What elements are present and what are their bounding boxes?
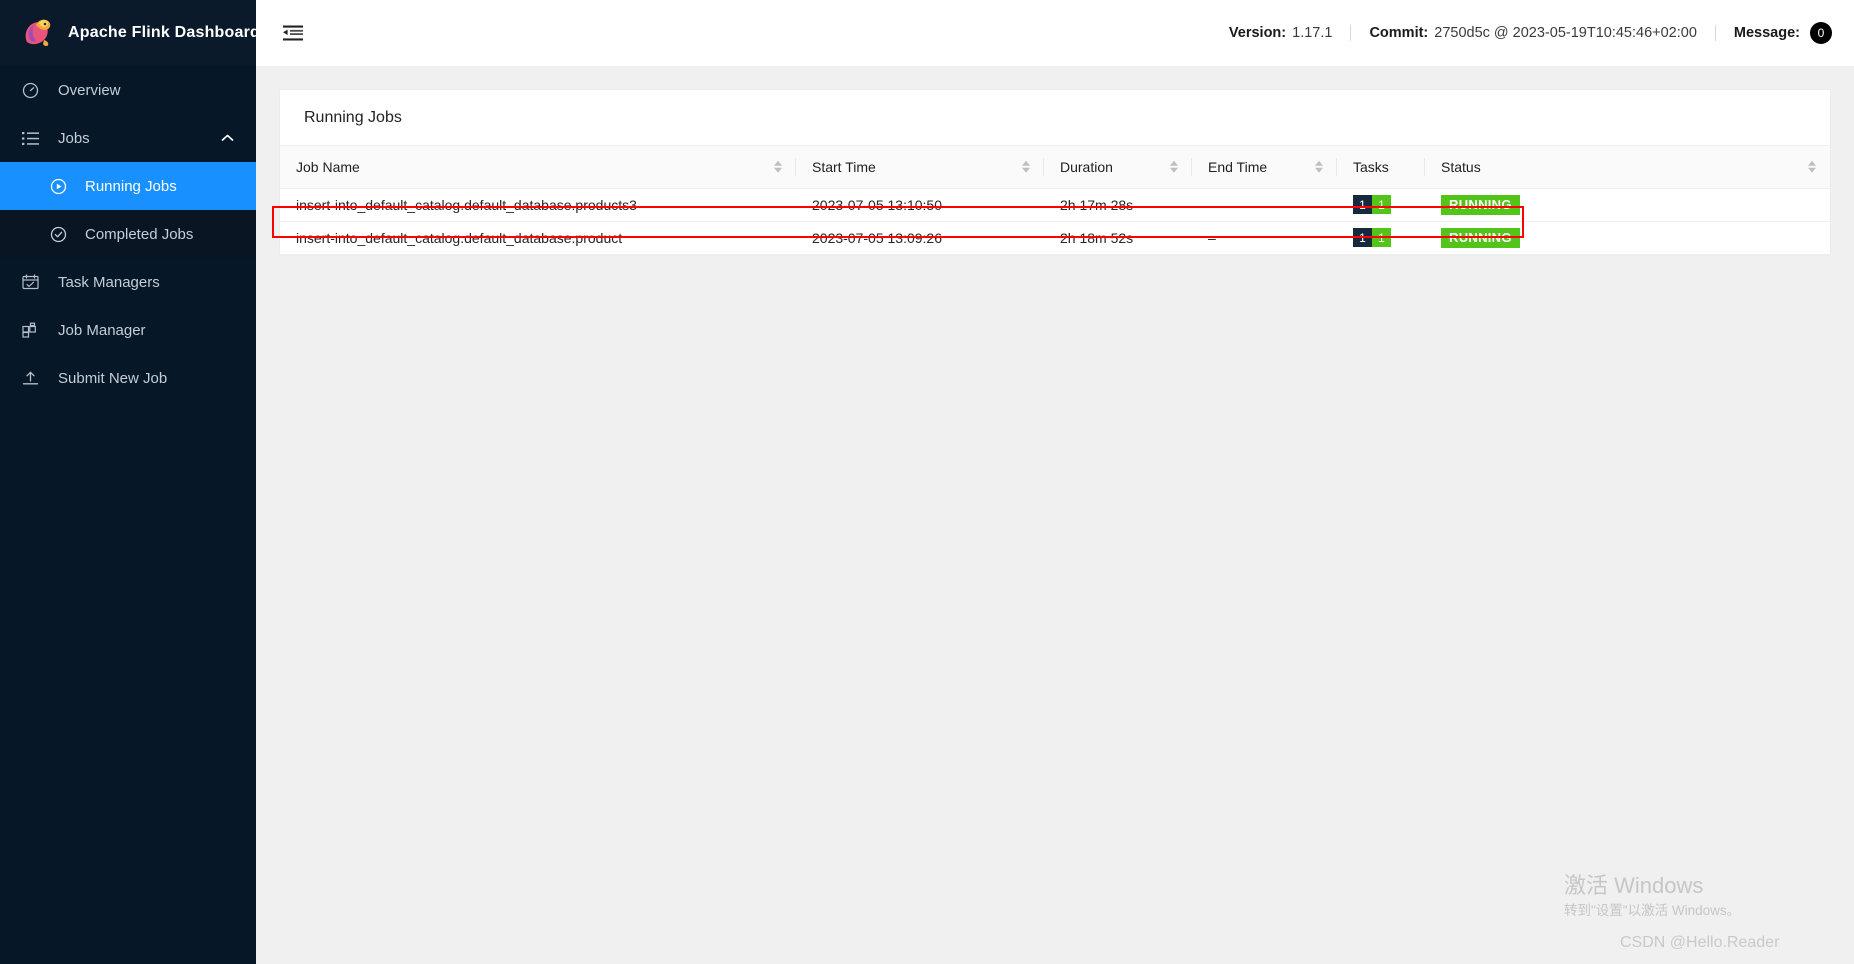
sidebar-item-submit-new-job[interactable]: Submit New Job <box>0 354 256 402</box>
watermark-subtitle: 转到"设置"以激活 Windows。 <box>1564 900 1740 922</box>
sort-arrows-icon[interactable] <box>1170 161 1178 174</box>
sidebar-subnav-jobs: Running Jobs Completed Jobs <box>0 162 256 258</box>
cell-job-name[interactable]: insert-into_default_catalog.default_data… <box>280 188 796 221</box>
build-info: Version: 1.17.1 Commit: 2750d5c @ 2023-0… <box>1229 22 1832 44</box>
column-header-duration[interactable]: Duration <box>1044 146 1192 188</box>
cell-job-name[interactable]: insert-into_default_catalog.default_data… <box>280 221 796 254</box>
table-body: insert-into_default_catalog.default_data… <box>280 188 1830 254</box>
table-row[interactable]: insert-into_default_catalog.default_data… <box>280 188 1830 221</box>
cell-duration: 2h 18m 52s <box>1044 221 1192 254</box>
sort-arrows-icon[interactable] <box>774 161 782 174</box>
brand-title: Apache Flink Dashboard <box>68 24 260 42</box>
column-header-end-time[interactable]: End Time <box>1192 146 1337 188</box>
job-manager-icon <box>22 321 44 339</box>
commit-label: Commit: <box>1369 25 1428 41</box>
cell-status: RUNNING <box>1425 188 1830 221</box>
message-label: Message: <box>1734 25 1800 41</box>
column-label: Duration <box>1060 159 1113 175</box>
cell-end-time: – <box>1192 188 1337 221</box>
check-circle-icon <box>50 225 72 243</box>
running-jobs-card: Running Jobs Job Name Start <box>280 90 1830 255</box>
cell-status: RUNNING <box>1425 221 1830 254</box>
sidebar-item-label: Submit New Job <box>58 370 167 387</box>
divider <box>1715 25 1716 41</box>
column-label: End Time <box>1208 159 1267 175</box>
column-label: Start Time <box>812 159 876 175</box>
jobs-table: Job Name Start Time Duration <box>280 146 1830 255</box>
sidebar-item-completed-jobs[interactable]: Completed Jobs <box>0 210 256 258</box>
version-value: 1.17.1 <box>1292 25 1332 41</box>
task-badge: 1 <box>1372 195 1391 214</box>
cell-start-time: 2023-07-05 13:09:26 <box>796 221 1044 254</box>
task-manager-icon <box>22 273 44 291</box>
sidebar-item-job-manager[interactable]: Job Manager <box>0 306 256 354</box>
top-bar: Version: 1.17.1 Commit: 2750d5c @ 2023-0… <box>256 0 1854 66</box>
column-header-tasks[interactable]: Tasks <box>1337 146 1425 188</box>
column-label: Job Name <box>296 159 360 175</box>
table-header-row: Job Name Start Time Duration <box>280 146 1830 188</box>
play-circle-icon <box>50 177 72 195</box>
windows-activation-watermark: 激活 Windows 转到"设置"以激活 Windows。 <box>1564 872 1740 922</box>
cell-tasks: 11 <box>1337 188 1425 221</box>
chevron-up-icon[interactable] <box>221 130 234 147</box>
sort-arrows-icon[interactable] <box>1022 161 1030 174</box>
task-badge: 1 <box>1353 228 1372 247</box>
cell-duration: 2h 17m 28s <box>1044 188 1192 221</box>
column-header-start-time[interactable]: Start Time <box>796 146 1044 188</box>
sidebar-item-jobs[interactable]: Jobs <box>0 114 256 162</box>
table-header: Job Name Start Time Duration <box>280 146 1830 188</box>
version-label: Version: <box>1229 25 1286 41</box>
sidebar: Apache Flink Dashboard Overview Jobs <box>0 0 256 964</box>
list-icon <box>22 129 44 147</box>
commit-value: 2750d5c @ 2023-05-19T10:45:46+02:00 <box>1434 25 1697 41</box>
divider <box>1350 25 1351 41</box>
sidebar-item-label: Overview <box>58 82 121 99</box>
watermark-title: 激活 Windows <box>1564 872 1740 900</box>
upload-icon <box>22 369 44 387</box>
page-title: Running Jobs <box>280 90 1830 146</box>
csdn-watermark: CSDN @Hello.Reader <box>1620 934 1779 952</box>
flink-squirrel-logo <box>20 16 56 50</box>
sidebar-item-label: Completed Jobs <box>85 226 193 243</box>
sidebar-item-task-managers[interactable]: Task Managers <box>0 258 256 306</box>
sidebar-item-label: Job Manager <box>58 322 146 339</box>
main-content: Running Jobs Job Name Start <box>256 66 1854 964</box>
column-header-job-name[interactable]: Job Name <box>280 146 796 188</box>
cell-tasks: 11 <box>1337 221 1425 254</box>
sidebar-item-label: Task Managers <box>58 274 160 291</box>
task-badge-group: 11 <box>1353 195 1413 214</box>
brand-header: Apache Flink Dashboard <box>0 0 256 66</box>
sidebar-item-running-jobs[interactable]: Running Jobs <box>0 162 256 210</box>
column-header-status[interactable]: Status <box>1425 146 1830 188</box>
dashboard-icon <box>22 81 44 99</box>
sidebar-item-overview[interactable]: Overview <box>0 66 256 114</box>
message-count-badge[interactable]: 0 <box>1810 22 1832 44</box>
task-badge: 1 <box>1353 195 1372 214</box>
sidebar-item-label: Jobs <box>58 130 90 147</box>
sidebar-item-label: Running Jobs <box>85 178 177 195</box>
table-row[interactable]: insert-into_default_catalog.default_data… <box>280 221 1830 254</box>
status-badge: RUNNING <box>1441 228 1520 248</box>
sort-arrows-icon[interactable] <box>1808 161 1816 174</box>
cell-end-time: – <box>1192 221 1337 254</box>
menu-fold-icon[interactable] <box>280 20 306 46</box>
task-badge-group: 11 <box>1353 228 1413 247</box>
column-label: Tasks <box>1353 159 1389 175</box>
task-badge: 1 <box>1372 228 1391 247</box>
cell-start-time: 2023-07-05 13:10:50 <box>796 188 1044 221</box>
sort-arrows-icon[interactable] <box>1315 161 1323 174</box>
status-badge: RUNNING <box>1441 195 1520 215</box>
column-label: Status <box>1441 159 1481 175</box>
